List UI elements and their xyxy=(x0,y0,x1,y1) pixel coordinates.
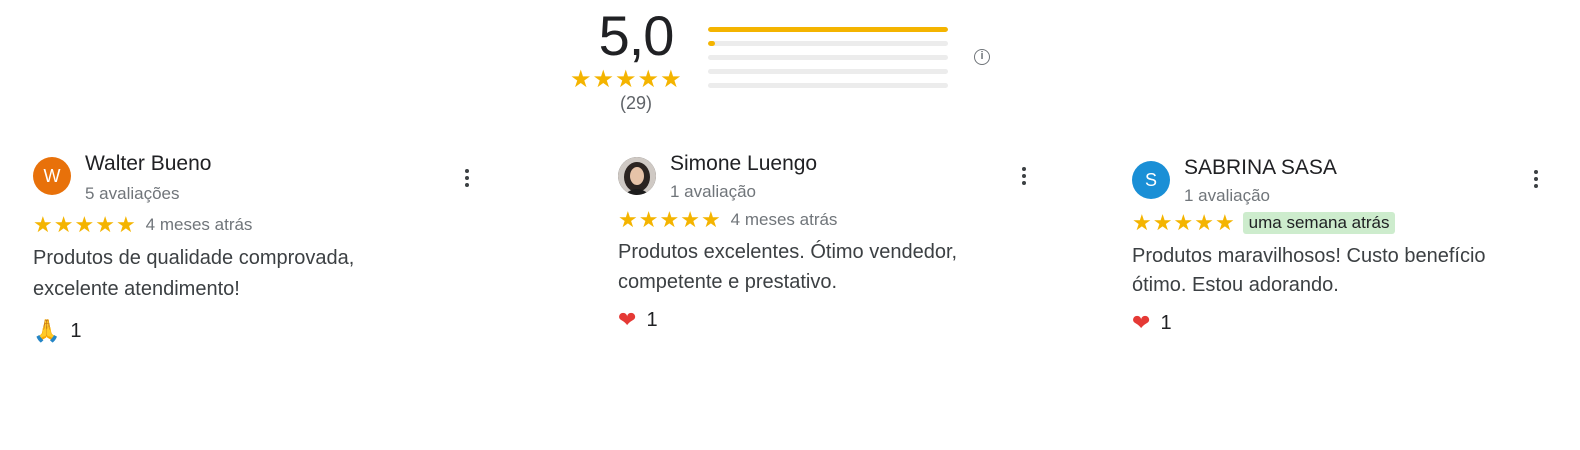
star-icon: ★ xyxy=(680,207,700,232)
review-time: 4 meses atrás xyxy=(730,210,838,229)
rating-bar-4 xyxy=(708,41,948,46)
review-time: uma semana atrás xyxy=(1242,212,1396,234)
avatar[interactable]: S xyxy=(1132,161,1170,199)
star-icon: ★ xyxy=(638,207,659,232)
more-options-icon[interactable] xyxy=(1012,164,1036,188)
review-stars: ★ ★ ★ ★ ★ xyxy=(1132,212,1235,234)
average-score: 5,0 xyxy=(598,4,675,67)
review-text: Produtos excelentes. Ótimo vendedor, com… xyxy=(618,241,958,293)
reaction[interactable]: 🙏 1 xyxy=(33,318,82,344)
star-icon: ★ xyxy=(660,66,682,93)
rating-row: ★ ★ ★ ★ ★ 4 meses atrás xyxy=(618,209,837,231)
rating-row: ★ ★ ★ ★ ★ uma semana atrás xyxy=(1132,212,1396,234)
rating-bar-fill xyxy=(708,41,716,46)
reviewer-review-count: 1 avaliação xyxy=(670,182,757,201)
reviewer-name[interactable]: Walter Bueno xyxy=(85,152,211,176)
review-card: Simone Luengo 1 avaliação ★ ★ ★ ★ ★ 4 meses … xyxy=(618,152,1038,352)
rating-summary: 5,0 ★ ★ ★ ★ ★ (29) i xyxy=(566,0,1026,125)
star-icon: ★ xyxy=(570,66,592,93)
star-icon: ★ xyxy=(637,66,660,93)
star-icon: ★ xyxy=(74,212,95,237)
review-text: Produtos maravilhosos! Custo benefício ó… xyxy=(1132,245,1486,296)
rating-bar-fill xyxy=(708,27,948,32)
more-options-icon[interactable] xyxy=(1524,167,1548,191)
star-icon: ★ xyxy=(592,66,615,93)
star-icon: ★ xyxy=(1173,210,1194,235)
more-options-icon[interactable] xyxy=(455,166,479,190)
star-icon: ★ xyxy=(53,212,74,237)
star-icon: ★ xyxy=(1214,210,1235,235)
review-stars: ★ ★ ★ ★ ★ xyxy=(618,209,721,231)
reviewer-review-count: 1 avaliação xyxy=(1184,186,1271,205)
profile-photo xyxy=(618,157,656,195)
star-icon: ★ xyxy=(1152,210,1173,235)
avatar[interactable]: W xyxy=(33,157,71,195)
star-icon: ★ xyxy=(700,207,721,232)
reaction-count: 1 xyxy=(70,319,82,342)
rating-bar-3 xyxy=(708,55,948,60)
reviewer-review-count: 5 avaliações xyxy=(85,184,180,203)
review-count: (29) xyxy=(619,93,652,113)
rating-row: ★ ★ ★ ★ ★ 4 meses atrás xyxy=(33,214,252,236)
reviewer-name[interactable]: SABRINA SASA xyxy=(1184,156,1337,180)
rating-bar-1 xyxy=(708,83,948,88)
avatar[interactable] xyxy=(618,157,656,195)
heart-icon: ❤ xyxy=(618,307,637,332)
rating-bar-5 xyxy=(708,27,948,32)
info-icon[interactable]: i xyxy=(974,49,990,65)
reaction-count: 1 xyxy=(646,308,658,331)
star-icon: ★ xyxy=(95,212,115,237)
star-icon: ★ xyxy=(618,207,638,232)
star-icon: ★ xyxy=(33,212,53,237)
reviewer-name[interactable]: Simone Luengo xyxy=(670,152,817,176)
heart-icon: ❤ xyxy=(1132,310,1151,335)
rating-bar-2 xyxy=(708,69,948,74)
review-card: S SABRINA SASA 1 avaliação ★ ★ ★ ★ ★ uma sem… xyxy=(1132,152,1557,352)
review-card: W Walter Bueno 5 avaliações ★ ★ ★ ★ ★ 4 mese… xyxy=(33,152,493,352)
star-icon: ★ xyxy=(1194,210,1214,235)
star-icon: ★ xyxy=(659,207,680,232)
reaction-count: 1 xyxy=(1160,311,1172,334)
review-time: 4 meses atrás xyxy=(145,215,253,234)
star-icon: ★ xyxy=(615,66,637,93)
praying-hands-icon: 🙏 xyxy=(33,318,61,343)
review-stars: ★ ★ ★ ★ ★ xyxy=(33,214,136,236)
star-icon: ★ xyxy=(1132,210,1152,235)
reaction[interactable]: ❤ 1 xyxy=(618,307,658,333)
review-text: Produtos de qualidade comprovada, excele… xyxy=(33,247,355,300)
summary-stars: ★ ★ ★ ★ ★ xyxy=(570,68,682,92)
reaction[interactable]: ❤ 1 xyxy=(1132,310,1172,336)
star-icon: ★ xyxy=(115,212,136,237)
rating-distribution xyxy=(708,27,948,97)
